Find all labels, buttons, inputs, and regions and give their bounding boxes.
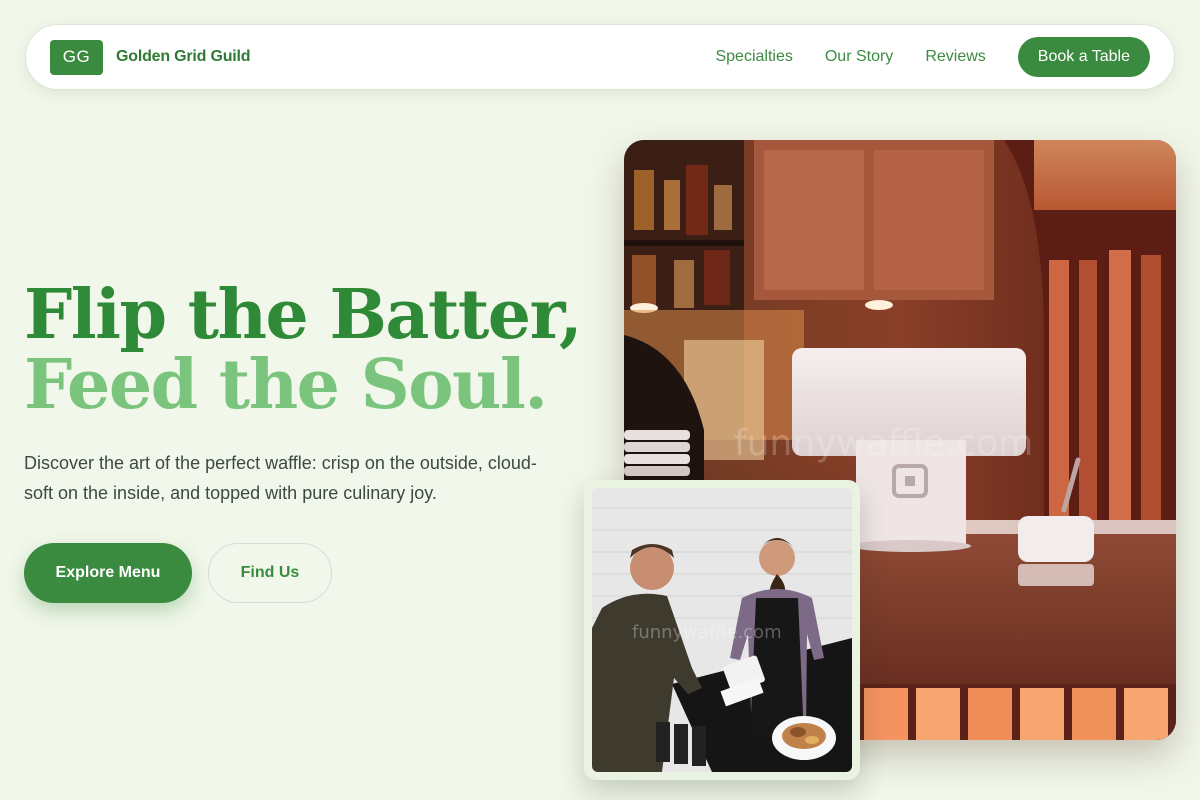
nav-link-specialties[interactable]: Specialties bbox=[715, 48, 792, 66]
nav-link-our-story[interactable]: Our Story bbox=[825, 48, 893, 66]
hero-title-line-1: Flip the Batter, bbox=[24, 275, 583, 355]
book-table-button[interactable]: Book a Table bbox=[1017, 37, 1150, 77]
inset-image-frame: funnywaffle.com bbox=[584, 480, 860, 780]
main-image-watermark: funnywaffle.com bbox=[734, 423, 1033, 464]
nav-links: Specialties Our Story Reviews Book a Tab… bbox=[715, 37, 1150, 77]
logo-badge[interactable]: GG bbox=[50, 39, 103, 75]
inset-image-watermark: funnywaffle.com bbox=[632, 622, 782, 643]
customers-ordering-image: funnywaffle.com bbox=[592, 488, 852, 772]
hero-title-line-2: Feed the Soul. bbox=[24, 345, 548, 425]
brand-name[interactable]: Golden Grid Guild bbox=[116, 48, 251, 66]
find-us-button[interactable]: Find Us bbox=[208, 543, 332, 603]
hero-description: Discover the art of the perfect waffle: … bbox=[24, 453, 537, 503]
navbar: GG Golden Grid Guild Specialties Our Sto… bbox=[25, 24, 1175, 90]
nav-link-reviews[interactable]: Reviews bbox=[925, 48, 985, 66]
hero-title: Flip the Batter, Feed the Soul. bbox=[24, 275, 583, 425]
explore-menu-button[interactable]: Explore Menu bbox=[24, 543, 192, 603]
